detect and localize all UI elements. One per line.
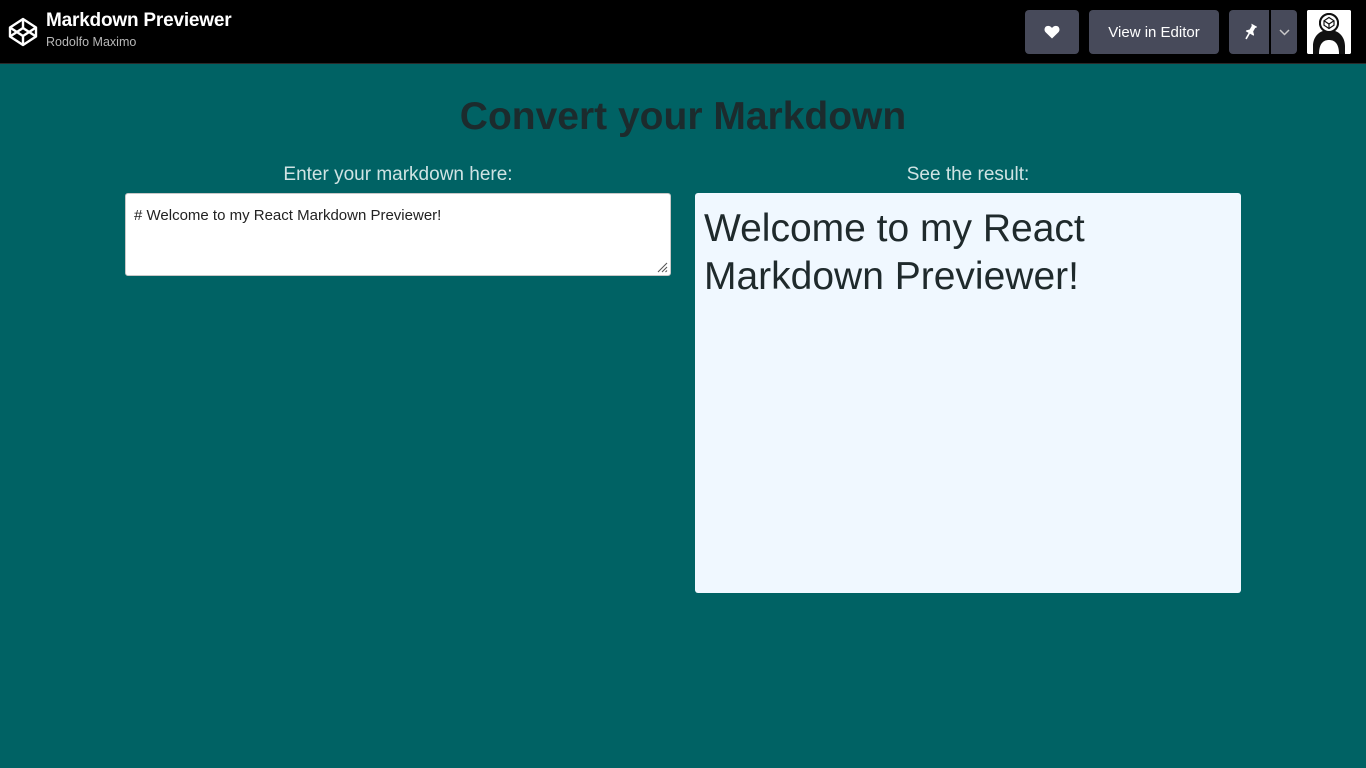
codepen-topbar: Markdown Previewer Rodolfo Maximo View i… xyxy=(0,0,1366,64)
preview-heading: Welcome to my React Markdown Previewer! xyxy=(704,207,1085,298)
heart-icon xyxy=(1044,25,1060,39)
pen-title[interactable]: Markdown Previewer xyxy=(46,9,232,33)
page-heading: Convert your Markdown xyxy=(459,95,907,138)
avatar-image xyxy=(1307,10,1351,54)
pen-title-block: Markdown Previewer Rodolfo Maximo xyxy=(46,9,232,50)
codepen-logo-icon[interactable] xyxy=(8,16,38,48)
pin-menu-button[interactable] xyxy=(1271,10,1297,54)
resize-handle-icon[interactable] xyxy=(656,261,668,273)
markdown-editor-input[interactable]: # Welcome to my React Markdown Previewer… xyxy=(125,193,671,276)
pen-author[interactable]: Rodolfo Maximo xyxy=(46,34,231,50)
view-in-editor-button[interactable]: View in Editor xyxy=(1089,10,1219,54)
pin-icon xyxy=(1245,23,1257,40)
editor-label: Enter your markdown here: xyxy=(283,164,513,185)
preview-label: See the result: xyxy=(906,164,1030,185)
love-button[interactable] xyxy=(1025,10,1079,54)
chevron-down-icon xyxy=(1278,28,1290,36)
pin-button[interactable] xyxy=(1229,10,1269,54)
markdown-preview: Welcome to my React Markdown Previewer! xyxy=(695,193,1241,593)
user-avatar[interactable] xyxy=(1307,10,1351,54)
